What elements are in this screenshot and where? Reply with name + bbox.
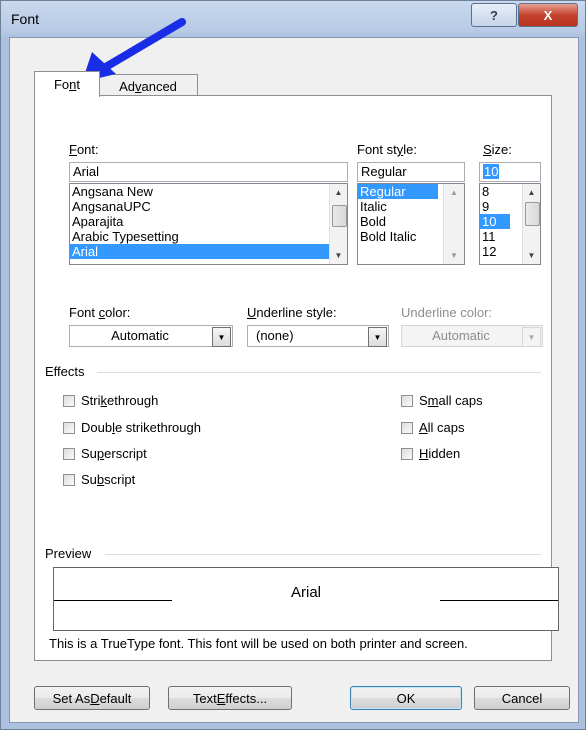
tab-font-label-rest: t: [76, 77, 81, 92]
tab-font[interactable]: Fo n t: [34, 71, 100, 97]
tab-font-mnemonic: n: [69, 77, 77, 92]
annotation-arrow-icon: [82, 18, 186, 82]
tab-font-label: Fo: [53, 77, 70, 92]
